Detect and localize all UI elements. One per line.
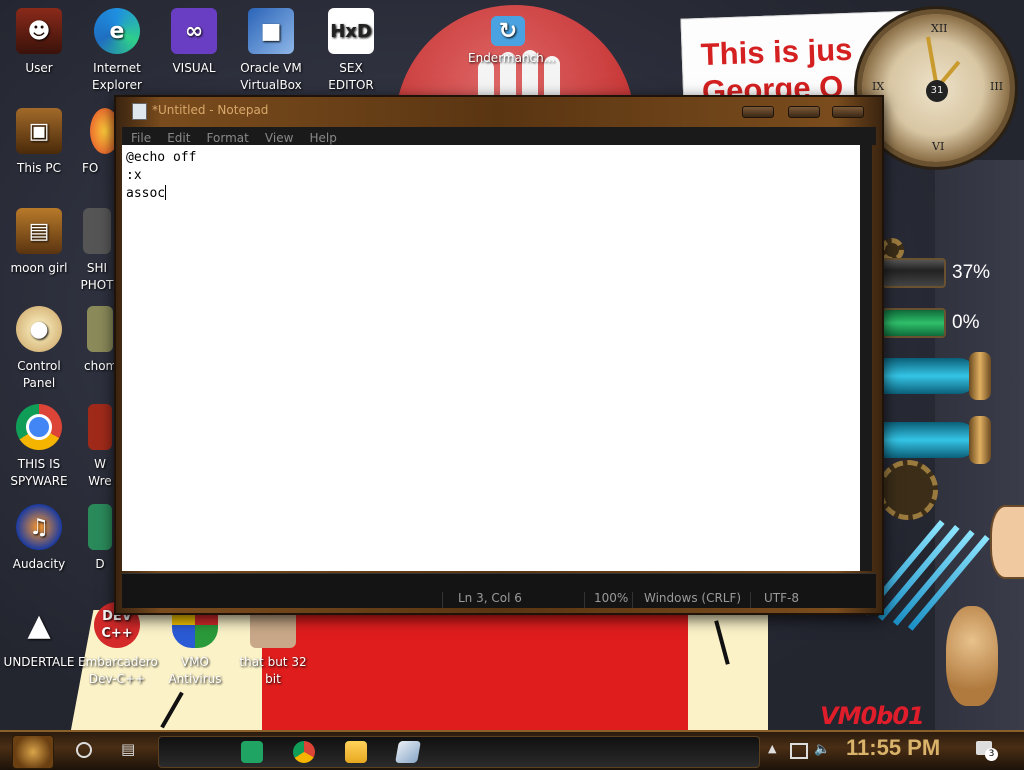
clock-date: 31 (926, 80, 948, 102)
desktop-icon-d[interactable]: D (84, 504, 116, 573)
chrome-icon (16, 404, 62, 450)
taskbar-app-tray (158, 736, 760, 768)
status-encoding: UTF-8 (764, 591, 799, 605)
wallpaper-vm-text: VM0b01 (820, 702, 925, 730)
desktop-icon-virtualbox[interactable]: ■ Oracle VM VirtualBox (232, 8, 310, 94)
hamster-image (946, 606, 998, 706)
notepad-window[interactable]: *Untitled - Notepad File Edit Format Vie… (114, 95, 884, 615)
editor-line-2: :x (126, 168, 142, 183)
desktop-icon-control-panel[interactable]: ● Control Panel (0, 306, 78, 392)
gauge-tube-1 (882, 352, 991, 400)
chevron-up-icon[interactable]: ▲ (768, 742, 776, 755)
notification-badge: 3 (985, 748, 998, 761)
memory-gauge-label: 0% (952, 312, 980, 333)
menu-bar: File Edit Format View Help (122, 127, 876, 145)
volume-muted-icon[interactable]: 🔈 (814, 742, 830, 757)
computer-icon: ▣ (16, 108, 62, 154)
memory-meter (882, 308, 946, 338)
sheets-icon[interactable] (241, 741, 263, 763)
unity-icon: ▲ (27, 607, 51, 643)
cortana-search-icon[interactable] (76, 742, 92, 758)
app-icon (88, 504, 112, 550)
chrome-icon[interactable] (293, 741, 315, 763)
file-icon: ▤ (16, 208, 62, 254)
close-button[interactable] (832, 106, 864, 118)
desktop-icon-undertale[interactable]: ▲ UNDERTALE (0, 602, 78, 671)
desktop-icon-firefox[interactable]: FO (82, 108, 120, 177)
start-button[interactable] (12, 735, 54, 769)
app-icon (88, 404, 112, 450)
desktop-icon-this-pc[interactable]: ▣ This PC (0, 108, 78, 177)
visual-studio-icon: ∞ (171, 8, 217, 54)
editor-line-3: assoc (126, 186, 166, 201)
status-bar: Ln 3, Col 6 100% Windows (CRLF) UTF-8 (122, 573, 876, 608)
cpu-gauge-label: 37% (952, 262, 991, 283)
status-line-ending: Windows (CRLF) (644, 591, 742, 605)
desktop-icon-hex-editor[interactable]: HxD SEX EDITOR (312, 8, 390, 94)
status-zoom: 100% (594, 591, 629, 605)
clock-widget: XII III VI IX 31 (862, 14, 1010, 162)
desktop-icon-internet-explorer[interactable]: e Internet Explorer (78, 8, 156, 94)
control-panel-icon: ● (16, 306, 62, 352)
taskbar-clock[interactable]: 11:55 PM (846, 735, 940, 761)
file-explorer-icon[interactable] (345, 741, 367, 763)
desktop-icon-endermanch[interactable]: ↻ Endermanch... (468, 16, 555, 67)
title-bar[interactable]: *Untitled - Notepad (116, 97, 882, 125)
sync-folder-icon: ↻ (491, 16, 525, 46)
gimp-icon (83, 208, 111, 254)
taskbar: ▤ ▲ 🔈 11:55 PM 3 (0, 730, 1024, 770)
hex-editor-icon: HxD (328, 8, 374, 54)
status-cursor-position: Ln 3, Col 6 (458, 591, 522, 605)
desktop-icon-user[interactable]: ☻ User (0, 8, 78, 77)
light-beams (862, 520, 990, 631)
desktop-icon-wre[interactable]: W Wre (84, 404, 116, 490)
app-icon (87, 306, 113, 352)
notepad-app-icon (132, 103, 147, 120)
desktop-icon-chrome[interactable]: THIS IS SPYWARE (0, 404, 78, 490)
desktop-icon-visual-studio[interactable]: ∞ VISUAL (155, 8, 233, 77)
desktop-icon-moon-girl[interactable]: ▤ moon girl (0, 208, 78, 277)
virtualbox-icon: ■ (248, 8, 294, 54)
cartoon-face (990, 505, 1024, 579)
system-tray: ▲ 🔈 11:55 PM 3 (768, 732, 1024, 770)
task-view-icon[interactable]: ▤ (121, 740, 139, 758)
edge-browser-icon: e (94, 8, 140, 54)
minimize-button[interactable] (742, 106, 774, 118)
cpu-meter (882, 258, 946, 288)
text-editor-area[interactable]: @echo off :x assoc (122, 145, 872, 571)
user-folder-icon: ☻ (16, 8, 62, 54)
desktop-icon-audacity[interactable]: ♫ Audacity (0, 504, 78, 573)
editor-line-1: @echo off (126, 150, 197, 165)
notepad-icon[interactable] (395, 741, 421, 763)
network-icon[interactable] (790, 743, 808, 759)
window-title: *Untitled - Notepad (152, 103, 269, 117)
desktop-icon-gimp[interactable]: SHI PHOT (80, 208, 114, 294)
text-caret (165, 185, 167, 200)
maximize-button[interactable] (788, 106, 820, 118)
desktop-icon-chom[interactable]: chom (84, 306, 117, 375)
audacity-icon: ♫ (16, 504, 62, 550)
gauge-tube-2 (882, 416, 991, 464)
